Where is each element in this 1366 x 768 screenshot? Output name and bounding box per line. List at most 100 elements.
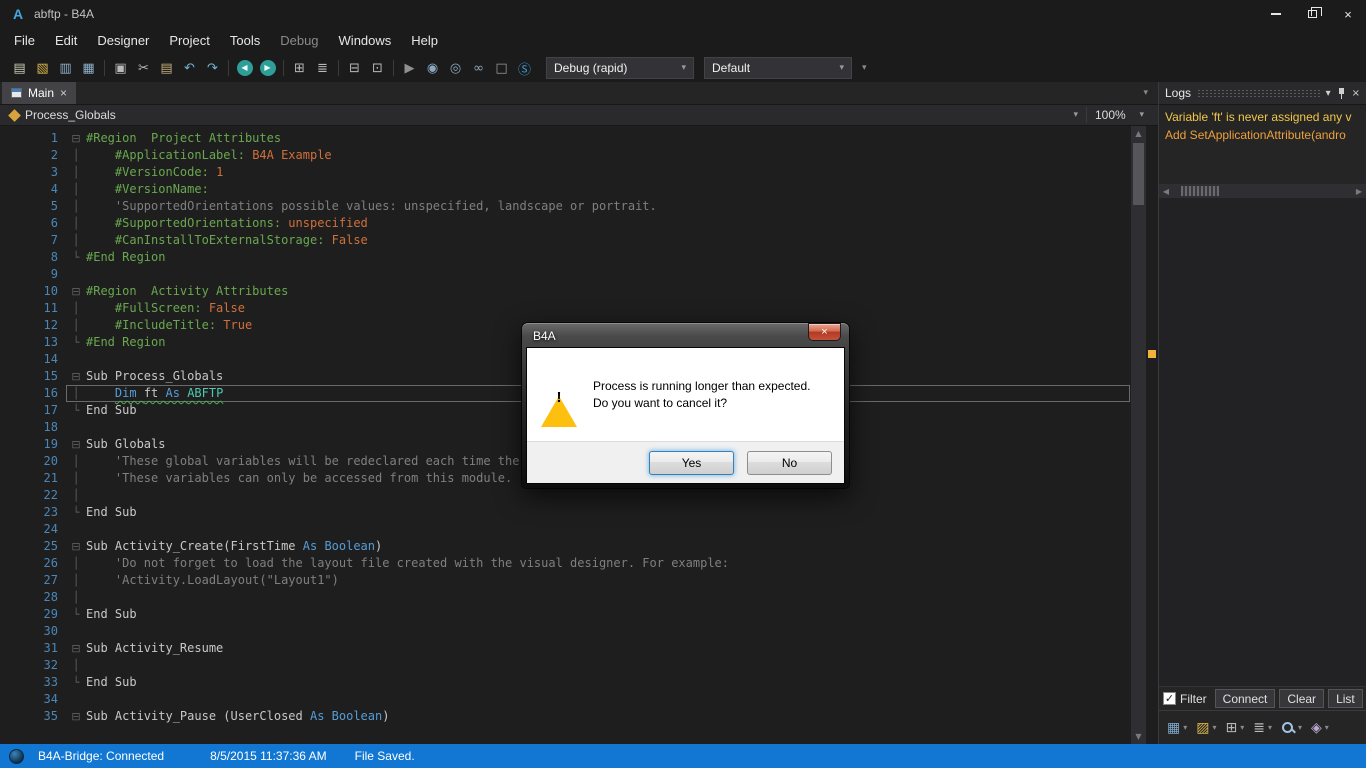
new-file-icon[interactable]: ▤ (8, 57, 31, 80)
code-line[interactable]: 8 └ #End Region (0, 249, 1130, 266)
code-line[interactable]: 26 │ 'Do not forget to load the layout fi… (0, 555, 1130, 572)
save-icon[interactable]: ▥ (54, 57, 77, 80)
fold-toggle-icon[interactable]: ⊟ (66, 283, 86, 300)
menu-tools[interactable]: Tools (220, 28, 270, 54)
fold-toggle-icon[interactable]: ⊟ (66, 708, 86, 725)
panel-drag-grip[interactable] (1197, 89, 1320, 97)
designer-icon[interactable]: ⊞ (288, 57, 311, 80)
fold-toggle-icon[interactable]: ⊟ (66, 368, 86, 385)
scroll-up-icon[interactable]: ▲ (1131, 126, 1146, 141)
code-line[interactable]: 33 └ End Sub (0, 674, 1130, 691)
code-line[interactable]: 31 ⊟ Sub Activity_Resume (0, 640, 1130, 657)
dialog-close-button[interactable]: × (808, 323, 841, 341)
run-icon[interactable]: ▶ (398, 57, 421, 80)
scroll-down-icon[interactable]: ▼ (1131, 729, 1146, 744)
no-button[interactable]: No (747, 450, 832, 475)
compile-icon[interactable]: ◉ (421, 57, 444, 80)
panels-icon[interactable]: ▦ ▾ (1167, 720, 1187, 736)
undo-icon[interactable]: ↶ (178, 57, 201, 80)
log-message[interactable]: Variable 'ft' is never assigned any v (1165, 110, 1360, 124)
connect-button[interactable]: Connect (1214, 689, 1276, 708)
code-line[interactable]: 9 (0, 266, 1130, 283)
sub-selector[interactable]: Process_Globals ▾ (25, 108, 1086, 122)
menu-file[interactable]: File (4, 28, 45, 54)
yes-button[interactable]: Yes (649, 450, 734, 475)
menu-edit[interactable]: Edit (45, 28, 87, 54)
scrollbar-thumb[interactable] (1181, 186, 1219, 196)
code-line[interactable]: 3 │ #VersionCode: 1 (0, 164, 1130, 181)
modified-line-marker[interactable] (1148, 350, 1156, 358)
save-all-icon[interactable]: ▦ (77, 57, 100, 80)
tab-close-icon[interactable]: × (60, 87, 67, 99)
menu-help[interactable]: Help (401, 28, 448, 54)
bridge-connect-icon[interactable]: ◎ (444, 57, 467, 80)
code-line[interactable]: 35 ⊟ Sub Activity_Pause (UserClosed As Boo… (0, 708, 1130, 725)
code-line[interactable]: 2 │ #ApplicationLabel: B4A Example (0, 147, 1130, 164)
fold-toggle-icon[interactable]: ⊟ (66, 436, 86, 453)
logs-horizontal-scrollbar[interactable]: ◀ ▶ (1159, 184, 1366, 198)
navigate-forward-icon[interactable]: ▶ (256, 57, 279, 80)
restore-button[interactable] (1294, 0, 1330, 28)
modules-list-icon[interactable]: ≣ ▾ (1253, 720, 1272, 736)
files-icon[interactable]: ▨ ▾ (1196, 720, 1216, 736)
code-line[interactable]: 34 (0, 691, 1130, 708)
fold-toggle-icon[interactable]: ⊟ (66, 130, 86, 147)
scrollbar-thumb[interactable] (1133, 143, 1144, 205)
open-designer-icon[interactable]: ⊡ (366, 57, 389, 80)
conditional-symbols-select[interactable]: Default ▾ (704, 57, 852, 79)
menu-debug[interactable]: Debug (270, 28, 328, 54)
pin-icon[interactable] (1337, 87, 1346, 100)
close-button[interactable]: × (1330, 0, 1366, 28)
minimize-button[interactable] (1258, 0, 1294, 28)
tab-main[interactable]: Main × (2, 82, 77, 104)
copy-icon[interactable]: ▣ (109, 57, 132, 80)
panel-menu-icon[interactable]: ▾ (1326, 88, 1331, 99)
code-line[interactable]: 7 │ #CanInstallToExternalStorage: False (0, 232, 1130, 249)
fold-toggle-icon[interactable]: ⊟ (66, 538, 86, 555)
libraries-manager-icon[interactable]: ◈ ▾ (1311, 720, 1329, 736)
redo-icon[interactable]: ↷ (201, 57, 224, 80)
navigate-back-icon[interactable]: ◀ (233, 57, 256, 80)
code-line[interactable]: 28 │ (0, 589, 1130, 606)
stop-icon[interactable]: □ (490, 57, 513, 80)
build-configuration-select[interactable]: Debug (rapid) ▾ (546, 57, 694, 79)
code-line[interactable]: 25 ⊟ Sub Activity_Create(FirstTime As Bool… (0, 538, 1130, 555)
zoom-selector[interactable]: 100% ▾ (1086, 107, 1152, 123)
clear-button[interactable]: Clear (1279, 689, 1325, 708)
code-line[interactable]: 11 │ #FullScreen: False (0, 300, 1130, 317)
add-module-icon[interactable]: ⊟ (343, 57, 366, 80)
menu-designer[interactable]: Designer (87, 28, 159, 54)
open-project-icon[interactable]: ▧ (31, 57, 54, 80)
search-icon[interactable]: ▾ (1281, 721, 1302, 735)
code-line[interactable]: 27 │ 'Activity.LoadLayout("Layout1") (0, 572, 1130, 589)
tab-list-dropdown-icon[interactable]: ▾ (1143, 88, 1158, 98)
code-line[interactable]: 10 ⊟ #Region Activity Attributes (0, 283, 1130, 300)
code-line[interactable]: 30 (0, 623, 1130, 640)
libraries-icon[interactable]: Ⓢ (513, 57, 536, 80)
panel-close-icon[interactable]: × (1352, 88, 1360, 99)
code-line[interactable]: 4 │ #VersionName: (0, 181, 1130, 198)
menu-project[interactable]: Project (159, 28, 219, 54)
dialog-titlebar[interactable]: B4A × (527, 323, 844, 348)
log-message[interactable]: Add SetApplicationAttribute(andro (1165, 128, 1360, 142)
filter-checkbox[interactable]: ✓ (1163, 692, 1176, 705)
code-line[interactable]: 32 │ (0, 657, 1130, 674)
designer-scripts-icon[interactable]: ≣ (311, 57, 334, 80)
link-icon[interactable]: ∞ (467, 57, 490, 80)
logs-output-area[interactable] (1159, 198, 1366, 686)
views-icon[interactable]: ⊞ ▾ (1226, 720, 1245, 736)
fold-toggle-icon[interactable]: ⊟ (66, 640, 86, 657)
code-line[interactable]: 6 │ #SupportedOrientations: unspecified (0, 215, 1130, 232)
code-line[interactable]: 23 └ End Sub (0, 504, 1130, 521)
editor-vertical-scrollbar[interactable]: ▲ ▼ (1131, 126, 1146, 744)
code-line[interactable]: 5 │ 'SupportedOrientations possible value… (0, 198, 1130, 215)
code-line[interactable]: 1 ⊟ #Region Project Attributes (0, 130, 1130, 147)
cut-icon[interactable]: ✂ (132, 57, 155, 80)
scroll-left-icon[interactable]: ◀ (1159, 184, 1173, 198)
code-line[interactable]: 22 │ (0, 487, 1130, 504)
toolbar-overflow-icon[interactable]: ▾ (862, 63, 867, 73)
menu-windows[interactable]: Windows (329, 28, 402, 54)
logs-panel-header[interactable]: Logs ▾ × (1159, 82, 1366, 104)
list-button[interactable]: List (1328, 689, 1363, 708)
scroll-right-icon[interactable]: ▶ (1352, 184, 1366, 198)
